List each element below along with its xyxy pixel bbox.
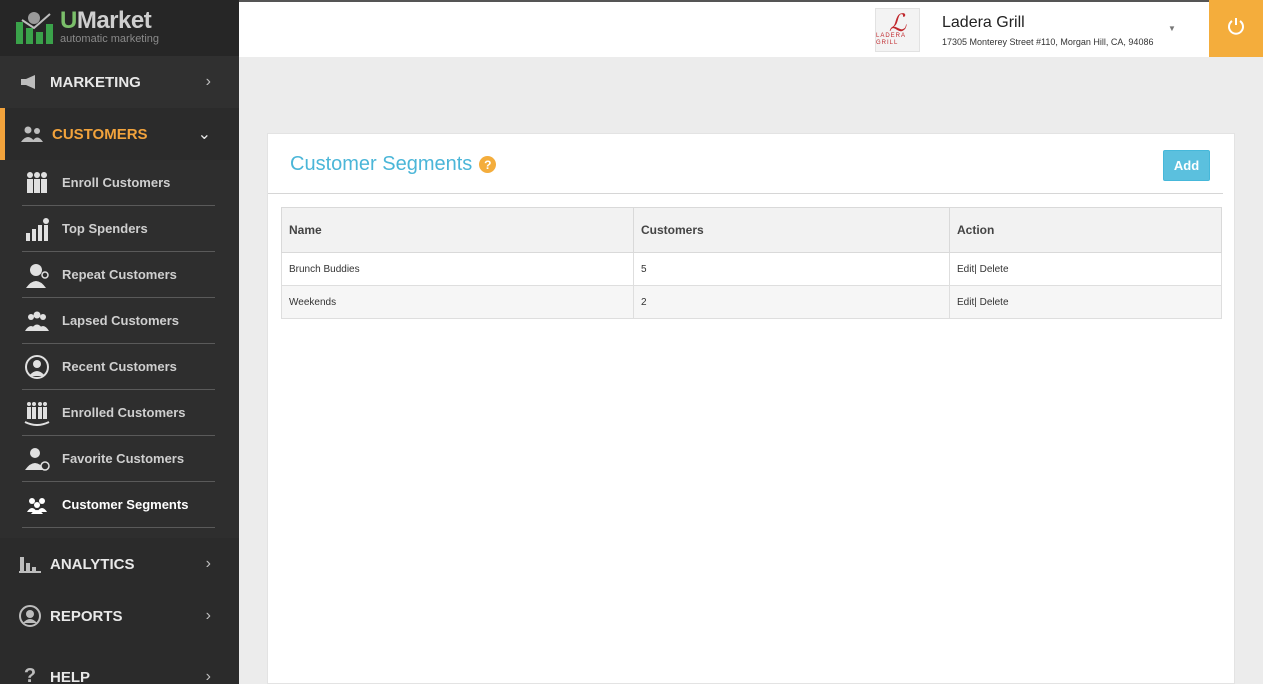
table-row: Weekends 2 Edit| Delete (281, 285, 1222, 319)
logo-tagline: automatic marketing (60, 33, 160, 45)
nav-analytics-label: ANALYTICS (50, 555, 135, 573)
sidebar-item-label: Enrolled Customers (62, 405, 186, 420)
logo-icon (14, 8, 58, 48)
delete-link[interactable]: | Delete (974, 297, 1008, 308)
logo[interactable]: UMarket automatic marketing (0, 0, 239, 56)
caret-down-icon[interactable]: ▼ (1168, 24, 1176, 33)
segments-icon (22, 491, 52, 519)
store-logo-text: LADERA GRILL (876, 33, 906, 46)
users-icon (20, 124, 44, 144)
chevron-right-icon: › (205, 555, 211, 572)
nav-reports[interactable]: REPORTS › (0, 590, 239, 642)
sidebar-item-label: Lapsed Customers (62, 313, 180, 328)
chevron-down-icon: ⌄ (197, 126, 211, 143)
sidebar-item-lapsed-customers[interactable]: Lapsed Customers (22, 298, 215, 344)
topbar: ℒ LADERA GRILL Ladera Grill 17305 Monter… (239, 0, 1263, 57)
group-icon (22, 169, 52, 197)
sidebar-item-label: Top Spenders (62, 221, 148, 236)
people-icon (22, 307, 52, 335)
sidebar-item-label: Customer Segments (62, 497, 189, 512)
delete-link[interactable]: | Delete (974, 264, 1008, 275)
chevron-right-icon: › (205, 73, 211, 90)
sidebar-item-repeat-customers[interactable]: Repeat Customers (22, 252, 215, 298)
sidebar-item-label: Favorite Customers (62, 451, 185, 466)
headset-person-icon (22, 353, 52, 381)
nav-marketing-label: MARKETING (50, 73, 141, 91)
edit-link[interactable]: Edit (957, 297, 974, 308)
nav-help-label: HELP (50, 669, 91, 684)
store-name[interactable]: Ladera Grill (942, 14, 1025, 32)
sidebar-item-label: Repeat Customers (62, 267, 177, 282)
page-title-text: Customer Segments (290, 153, 473, 175)
sidebar-item-enroll-customers[interactable]: Enroll Customers (22, 160, 215, 206)
logo-title-rest: Market (76, 7, 152, 34)
help-icon[interactable]: ? (479, 156, 497, 173)
sidebar-item-label: Enroll Customers (62, 175, 171, 190)
segment-customers: 2 (633, 285, 950, 319)
megaphone-icon (18, 72, 42, 92)
segment-actions: Edit| Delete (949, 252, 1222, 286)
add-segment-button[interactable]: Add (1163, 150, 1210, 181)
page-title: Customer Segments ? (290, 153, 497, 176)
sidebar: UMarket automatic marketing MARKETING › … (0, 0, 239, 684)
segment-name: Brunch Buddies (281, 252, 634, 286)
logout-button[interactable] (1209, 0, 1263, 57)
store-logo: ℒ LADERA GRILL (875, 8, 920, 52)
sidebar-item-top-spenders[interactable]: Top Spenders (22, 206, 215, 252)
chevron-right-icon: › (205, 607, 211, 624)
reports-icon (18, 605, 42, 627)
nav-reports-label: REPORTS (50, 607, 123, 625)
chevron-right-icon: › (205, 668, 211, 684)
header-name[interactable]: Name (281, 207, 634, 253)
store-logo-mark: ℒ (888, 9, 907, 37)
chart-icon (18, 554, 42, 574)
segment-name: Weekends (281, 285, 634, 319)
nav-marketing[interactable]: MARKETING › (0, 56, 239, 108)
table-row: Brunch Buddies 5 Edit| Delete (281, 252, 1222, 286)
edit-link[interactable]: Edit (957, 264, 974, 275)
nav-analytics[interactable]: ANALYTICS › (0, 538, 239, 590)
header-action: Action (949, 207, 1222, 253)
nav-help[interactable]: ? HELP › (0, 642, 239, 684)
segment-actions: Edit| Delete (949, 285, 1222, 319)
logo-title: UMarket (60, 9, 159, 33)
header-customers[interactable]: Customers (633, 207, 950, 253)
bar-person-icon (22, 215, 52, 243)
nav-customers[interactable]: CUSTOMERS ⌄ (0, 108, 239, 160)
crowd-icon (22, 399, 52, 427)
person-heart-icon (22, 445, 52, 473)
question-icon: ? (23, 664, 37, 684)
table-header-row: Name Customers Action (281, 207, 1222, 253)
repeat-person-icon (22, 261, 52, 289)
nav-customers-label: CUSTOMERS (52, 125, 148, 143)
sidebar-item-label: Recent Customers (62, 359, 177, 374)
segment-customers: 5 (633, 252, 950, 286)
power-icon (1227, 17, 1245, 40)
store-address: 17305 Monterey Street #110, Morgan Hill,… (942, 37, 1154, 47)
segments-table: Name Customers Action Brunch Buddies 5 E… (281, 207, 1222, 319)
segments-panel: Customer Segments ? Add Name Customers A… (267, 133, 1235, 684)
sidebar-item-recent-customers[interactable]: Recent Customers (22, 344, 215, 390)
logo-title-u: U (60, 7, 77, 34)
customers-submenu: Enroll Customers Top Spenders Repeat Cus… (0, 160, 239, 538)
sidebar-item-enrolled-customers[interactable]: Enrolled Customers (22, 390, 215, 436)
divider (268, 193, 1223, 194)
sidebar-item-customer-segments[interactable]: Customer Segments (22, 482, 215, 528)
sidebar-item-favorite-customers[interactable]: Favorite Customers (22, 436, 215, 482)
